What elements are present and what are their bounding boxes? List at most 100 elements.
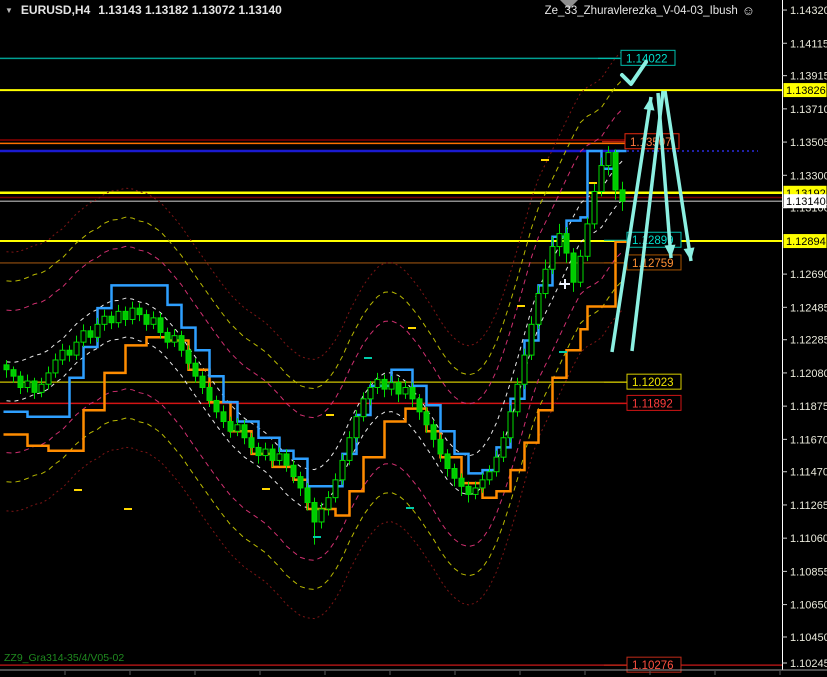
candle — [403, 388, 408, 394]
candle — [557, 234, 562, 247]
candle — [326, 498, 331, 509]
candle — [312, 503, 317, 522]
candle — [200, 376, 205, 387]
axis-tick-label: 1.12485 — [790, 302, 827, 314]
candle — [599, 166, 604, 192]
candle — [235, 425, 240, 431]
label-text: 1.13507 — [630, 137, 672, 149]
axis-tick-label: 1.11670 — [790, 434, 827, 446]
symbol-period-label: EURUSD,H4 — [21, 3, 90, 17]
candle — [529, 324, 534, 355]
candle — [417, 399, 422, 412]
candle — [228, 422, 233, 432]
axis-tick-label: 1.12285 — [790, 335, 827, 347]
axis-tick-label: 1.13505 — [790, 137, 827, 149]
chart-canvas[interactable]: 1.140221.135071.128991.127591.120231.118… — [0, 0, 827, 677]
candle — [466, 486, 471, 494]
candle — [354, 417, 359, 438]
candle — [515, 384, 520, 412]
label-text: 1.12023 — [632, 377, 674, 389]
candle — [158, 318, 163, 333]
candle — [340, 460, 345, 479]
candle — [263, 449, 268, 455]
candle — [473, 488, 478, 494]
candle — [25, 381, 30, 387]
candle — [445, 454, 450, 469]
candle — [613, 153, 618, 190]
candle — [11, 370, 16, 376]
candle — [291, 465, 296, 476]
candle — [298, 477, 303, 488]
candle — [81, 331, 86, 342]
axis-tick-label: 1.10245 — [790, 658, 827, 670]
candle — [564, 234, 569, 253]
label-text: 1.12759 — [632, 258, 674, 270]
candle — [193, 363, 198, 376]
candle — [179, 336, 184, 351]
candle — [88, 331, 93, 337]
axis-tick-label: 1.13300 — [790, 170, 827, 182]
axis-tick-label: 1.12080 — [790, 368, 827, 380]
candle — [410, 388, 415, 399]
candle — [277, 454, 282, 460]
candle — [74, 342, 79, 355]
ohlc-values: 1.13143 1.13182 1.13072 1.13140 — [98, 3, 282, 17]
indicator-title: Ze_33_Zhuravlerezka_V-04-03_Ibush ☺ — [545, 3, 755, 18]
candle — [4, 365, 9, 370]
candle — [620, 190, 625, 201]
axis-tick-label: 1.11265 — [790, 500, 827, 512]
candle — [305, 488, 310, 503]
candle — [172, 336, 177, 342]
indicator-name-label: Ze_33_Zhuravlerezka_V-04-03_Ibush — [545, 5, 738, 17]
candle — [382, 379, 387, 389]
candle — [396, 383, 401, 394]
candle — [32, 381, 37, 392]
candle — [347, 438, 352, 461]
candle — [53, 360, 58, 373]
candle — [543, 269, 548, 293]
candle — [256, 447, 261, 455]
axis-tick-label: 1.11875 — [790, 401, 827, 413]
candle — [46, 373, 51, 384]
candle — [522, 355, 527, 384]
label-text: 1.11892 — [632, 398, 673, 410]
candle — [333, 480, 338, 498]
candle — [501, 438, 506, 457]
candle — [116, 311, 121, 322]
candle — [109, 316, 114, 322]
candle — [459, 478, 464, 486]
candle — [67, 350, 72, 355]
candle — [60, 350, 65, 360]
candle — [438, 439, 443, 454]
axis-badge-text: 1.12894 — [786, 236, 826, 248]
axis-tick-label: 1.11060 — [790, 533, 827, 545]
candle — [480, 480, 485, 488]
candle — [221, 412, 226, 422]
watermark-label: ZZ9_Gra314-35/4/V05-02 — [4, 652, 124, 664]
candle — [375, 379, 380, 387]
candle — [361, 399, 366, 417]
candle — [550, 247, 555, 270]
candle — [270, 449, 275, 460]
candle — [165, 332, 170, 342]
candle — [144, 315, 149, 325]
chart-window: 1.140221.135071.128991.127591.120231.118… — [0, 0, 827, 677]
candle — [424, 412, 429, 425]
smiley-icon: ☺ — [742, 3, 755, 18]
axis-tick-label: 1.12690 — [790, 269, 827, 281]
candle — [592, 191, 597, 223]
candle — [452, 469, 457, 479]
chart-title-bar: ▼ EURUSD,H4 1.13143 1.13182 1.13072 1.13… — [5, 3, 282, 17]
axis-tick-label: 1.13915 — [790, 71, 827, 83]
candle — [431, 425, 436, 440]
candle — [102, 316, 107, 324]
candle — [606, 153, 611, 166]
chart-dropdown-icon[interactable]: ▼ — [5, 6, 13, 15]
candle — [242, 425, 247, 438]
candle — [39, 384, 44, 392]
candle — [494, 457, 499, 472]
axis-tick-label: 1.10450 — [790, 632, 827, 644]
candle — [319, 509, 324, 522]
axis-tick-label: 1.10855 — [790, 566, 827, 578]
candle — [284, 454, 289, 465]
